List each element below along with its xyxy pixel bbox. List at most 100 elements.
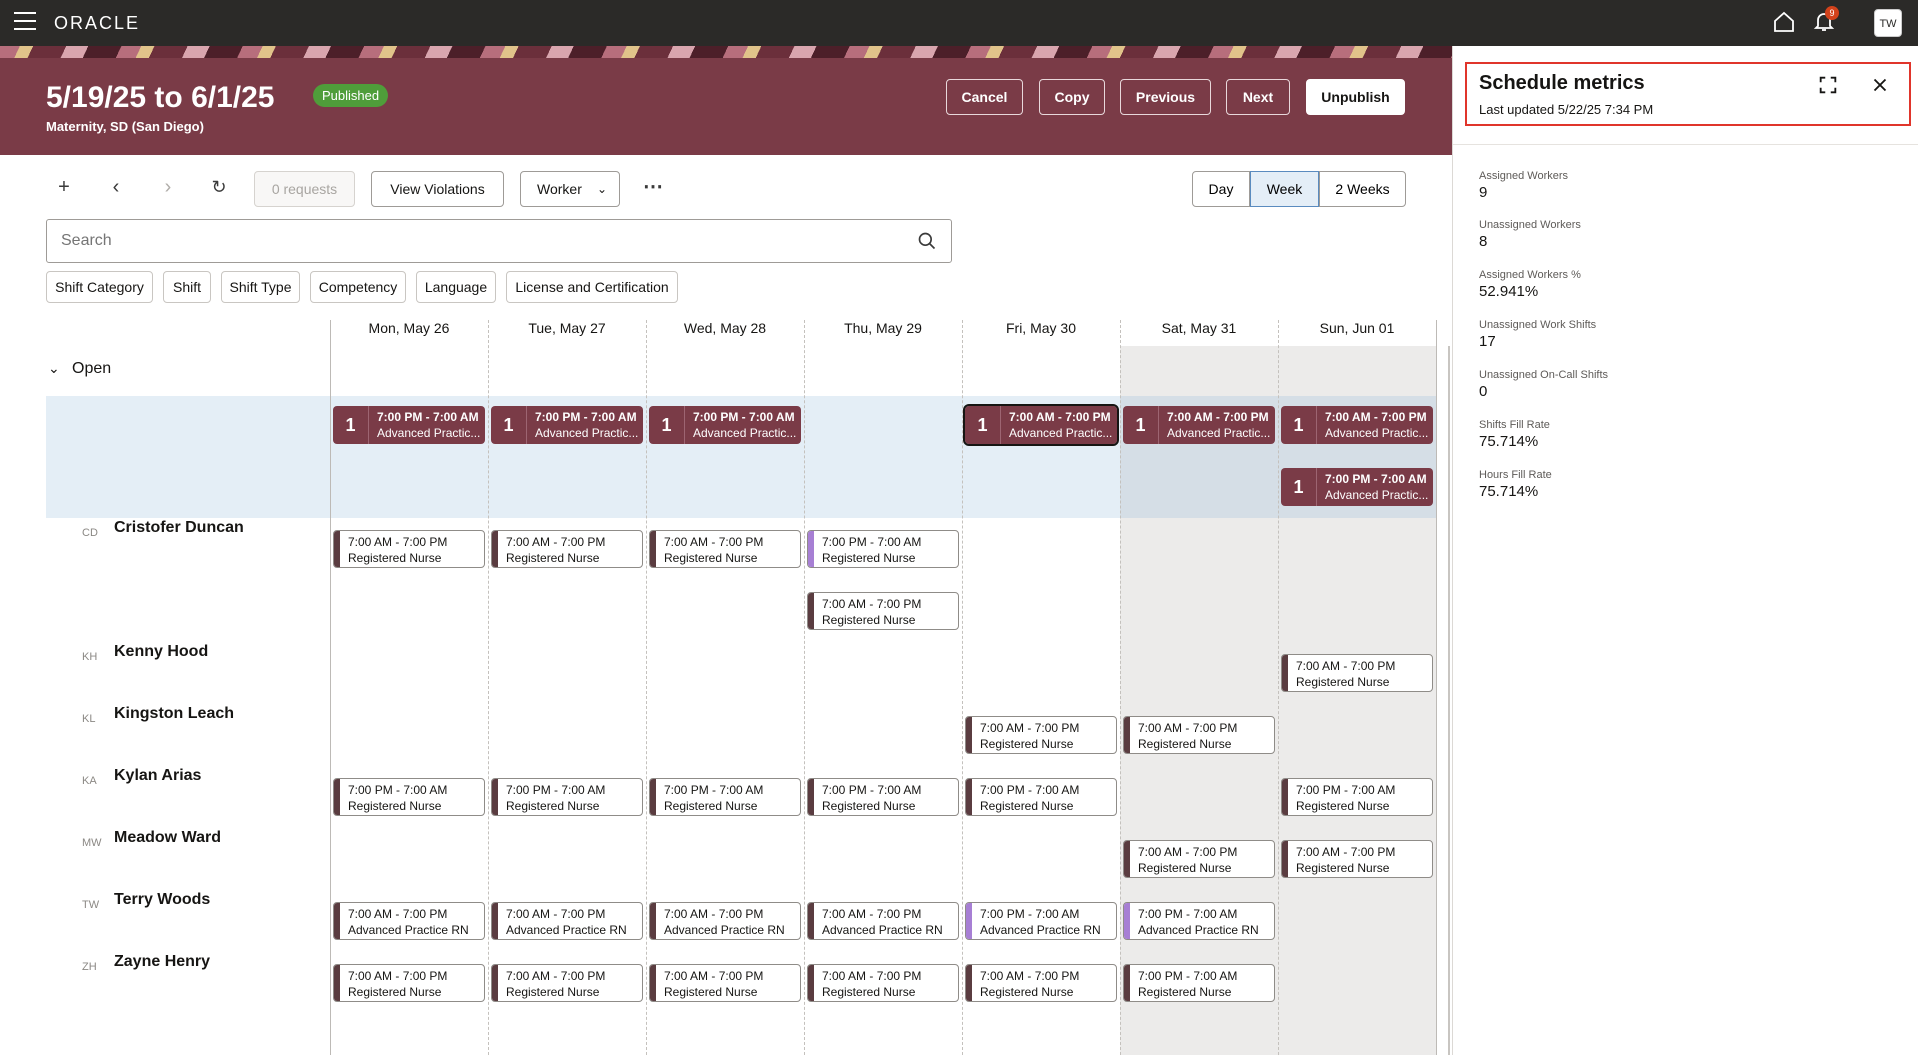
shift-card[interactable]: 7:00 AM - 7:00 PM Registered Nurse — [491, 964, 643, 1002]
next-button[interactable]: Next — [1226, 79, 1290, 115]
worker-name[interactable]: Meadow Ward — [114, 829, 221, 847]
shift-card[interactable]: 7:00 AM - 7:00 PM Registered Nurse — [333, 530, 485, 568]
search-icon[interactable] — [917, 231, 937, 251]
metric-label: Assigned Workers % — [1479, 269, 1581, 281]
shift-card[interactable]: 7:00 AM - 7:00 PM Registered Nurse — [1281, 654, 1433, 692]
open-shift-role: Advanced Practic... — [1167, 426, 1271, 440]
shift-card[interactable]: 7:00 PM - 7:00 AM Registered Nurse — [1281, 778, 1433, 816]
previous-button[interactable]: Previous — [1120, 79, 1211, 115]
expand-icon[interactable] — [1817, 74, 1839, 96]
shift-time: 7:00 PM - 7:00 AM — [1296, 783, 1396, 797]
chevron-left-icon[interactable]: ‹ — [105, 176, 127, 198]
filter-shift-type[interactable]: Shift Type — [221, 271, 300, 303]
schedule-title: 5/19/25 to 6/1/25 — [46, 81, 275, 114]
open-shift[interactable]: 1 7:00 PM - 7:00 AM Advanced Practic... — [333, 406, 485, 444]
view-violations-button[interactable]: View Violations — [371, 171, 504, 207]
filter-license-certification[interactable]: License and Certification — [506, 271, 678, 303]
menu-icon[interactable] — [14, 12, 36, 32]
shift-card[interactable]: 7:00 AM - 7:00 PM Registered Nurse — [807, 964, 959, 1002]
shift-role: Advanced Practice RN — [664, 923, 785, 937]
filter-competency[interactable]: Competency — [310, 271, 406, 303]
shift-card[interactable]: 7:00 AM - 7:00 PM Registered Nurse — [965, 716, 1117, 754]
worker-name[interactable]: Kingston Leach — [114, 705, 234, 723]
shift-card[interactable]: 7:00 AM - 7:00 PM Registered Nurse — [491, 530, 643, 568]
shift-card[interactable]: 7:00 PM - 7:00 AM Registered Nurse — [333, 778, 485, 816]
chevron-right-icon[interactable]: › — [157, 176, 179, 198]
open-shift-count: 1 — [491, 406, 527, 444]
open-shift[interactable]: 1 7:00 PM - 7:00 AM Advanced Practic... — [649, 406, 801, 444]
requests-button[interactable]: 0 requests — [254, 171, 355, 207]
worker-name[interactable]: Kylan Arias — [114, 767, 201, 785]
home-icon[interactable] — [1772, 10, 1796, 34]
grid-scrollbar[interactable] — [1448, 346, 1450, 1055]
search-input[interactable] — [47, 220, 907, 262]
shift-card[interactable]: 7:00 AM - 7:00 PM Registered Nurse — [1123, 840, 1275, 878]
close-icon[interactable] — [1869, 74, 1891, 96]
shift-time: 7:00 AM - 7:00 PM — [822, 597, 922, 611]
day-header-wed: Wed, May 28 — [683, 320, 767, 336]
shift-time: 7:00 PM - 7:00 AM — [980, 783, 1080, 797]
worker-name[interactable]: Cristofer Duncan — [114, 519, 244, 537]
worker-name[interactable]: Kenny Hood — [114, 643, 208, 661]
worker-name[interactable]: Terry Woods — [114, 891, 210, 909]
shift-card[interactable]: 7:00 PM - 7:00 AM Advanced Practice RN — [965, 902, 1117, 940]
shift-time: 7:00 PM - 7:00 AM — [822, 783, 922, 797]
user-avatar[interactable]: TW — [1874, 9, 1902, 37]
shift-card[interactable]: 7:00 AM - 7:00 PM Registered Nurse — [1123, 716, 1275, 754]
open-shift-role: Advanced Practic... — [535, 426, 639, 440]
shift-card[interactable]: 7:00 AM - 7:00 PM Registered Nurse — [807, 592, 959, 630]
shift-role: Advanced Practice RN — [506, 923, 627, 937]
shift-card[interactable]: 7:00 PM - 7:00 AM Registered Nurse — [807, 778, 959, 816]
view-week-button[interactable]: Week — [1250, 171, 1319, 207]
shift-card[interactable]: 7:00 AM - 7:00 PM Advanced Practice RN — [649, 902, 801, 940]
worker-initials: KL — [82, 713, 96, 725]
more-options-icon[interactable]: ⋯ — [642, 176, 664, 198]
filter-shift[interactable]: Shift — [163, 271, 211, 303]
cancel-button[interactable]: Cancel — [946, 79, 1023, 115]
unpublish-button[interactable]: Unpublish — [1306, 79, 1405, 115]
shift-card[interactable]: 7:00 AM - 7:00 PM Registered Nurse — [965, 964, 1117, 1002]
open-shift[interactable]: 1 7:00 PM - 7:00 AM Advanced Practic... — [491, 406, 643, 444]
open-shift[interactable]: 1 7:00 AM - 7:00 PM Advanced Practic... — [963, 404, 1119, 446]
shift-card[interactable]: 7:00 PM - 7:00 AM Advanced Practice RN — [1123, 902, 1275, 940]
view-2weeks-button[interactable]: 2 Weeks — [1319, 171, 1406, 207]
shift-card[interactable]: 7:00 PM - 7:00 AM Registered Nurse — [965, 778, 1117, 816]
grid-divider — [488, 320, 489, 1055]
open-shift-role: Advanced Practic... — [1325, 488, 1429, 502]
shift-role: Registered Nurse — [348, 551, 442, 565]
add-icon[interactable]: + — [53, 176, 75, 198]
filter-language[interactable]: Language — [416, 271, 496, 303]
shift-role: Advanced Practice RN — [1138, 923, 1259, 937]
open-shift[interactable]: 1 7:00 AM - 7:00 PM Advanced Practic... — [1123, 406, 1275, 444]
shift-card[interactable]: 7:00 PM - 7:00 AM Registered Nurse — [807, 530, 959, 568]
copy-button[interactable]: Copy — [1039, 79, 1105, 115]
oracle-logo[interactable]: ORACLE — [54, 13, 140, 34]
day-header-thu: Thu, May 29 — [844, 320, 922, 336]
shift-card[interactable]: 7:00 AM - 7:00 PM Registered Nurse — [333, 964, 485, 1002]
worker-dropdown[interactable]: Worker ⌄ — [520, 171, 620, 207]
shift-card[interactable]: 7:00 AM - 7:00 PM Advanced Practice RN — [333, 902, 485, 940]
shift-card[interactable]: 7:00 PM - 7:00 AM Registered Nurse — [491, 778, 643, 816]
worker-initials: KA — [82, 775, 97, 787]
worker-dropdown-label: Worker — [537, 181, 582, 197]
open-shift-count: 1 — [1281, 406, 1317, 444]
shift-card[interactable]: 7:00 AM - 7:00 PM Registered Nurse — [1281, 840, 1433, 878]
shift-card[interactable]: 7:00 AM - 7:00 PM Advanced Practice RN — [807, 902, 959, 940]
filter-shift-category[interactable]: Shift Category — [46, 271, 153, 303]
search-field[interactable] — [46, 219, 952, 263]
shift-card[interactable]: 7:00 AM - 7:00 PM Advanced Practice RN — [491, 902, 643, 940]
worker-name[interactable]: Zayne Henry — [114, 953, 210, 971]
shift-card[interactable]: 7:00 PM - 7:00 AM Registered Nurse — [649, 778, 801, 816]
shift-card[interactable]: 7:00 AM - 7:00 PM Registered Nurse — [649, 964, 801, 1002]
shift-card[interactable]: 7:00 AM - 7:00 PM Registered Nurse — [649, 530, 801, 568]
open-shift[interactable]: 1 7:00 PM - 7:00 AM Advanced Practic... — [1281, 468, 1433, 506]
grid-divider — [1120, 320, 1121, 1055]
open-shift-time: 7:00 PM - 7:00 AM — [535, 410, 637, 424]
shift-card[interactable]: 7:00 PM - 7:00 AM Registered Nurse — [1123, 964, 1275, 1002]
day-header-sun: Sun, Jun 01 — [1319, 320, 1395, 336]
view-day-button[interactable]: Day — [1192, 171, 1250, 207]
open-section-toggle[interactable]: ⌄ Open — [48, 360, 111, 378]
refresh-icon[interactable]: ↻ — [208, 176, 230, 198]
open-shift[interactable]: 1 7:00 AM - 7:00 PM Advanced Practic... — [1281, 406, 1433, 444]
schedule-metrics-panel: Schedule metrics Last updated 5/22/25 7:… — [1452, 46, 1918, 1055]
